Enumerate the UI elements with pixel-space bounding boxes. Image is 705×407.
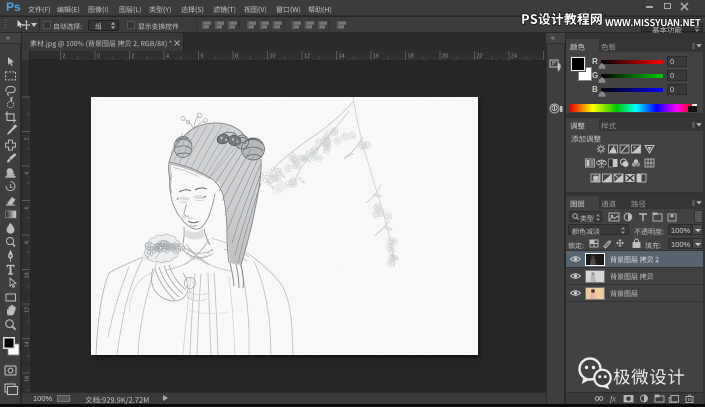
- svg-text:2: 2: [25, 137, 31, 140]
- svg-text:12: 12: [25, 307, 31, 313]
- svg-text:10: 10: [25, 272, 31, 278]
- svg-text:6: 6: [25, 206, 31, 209]
- svg-text:fx: fx: [610, 395, 616, 404]
- svg-text:4: 4: [25, 172, 31, 175]
- svg-text:14: 14: [25, 341, 31, 347]
- svg-text:16: 16: [25, 376, 31, 382]
- svg-text:8: 8: [25, 241, 31, 244]
